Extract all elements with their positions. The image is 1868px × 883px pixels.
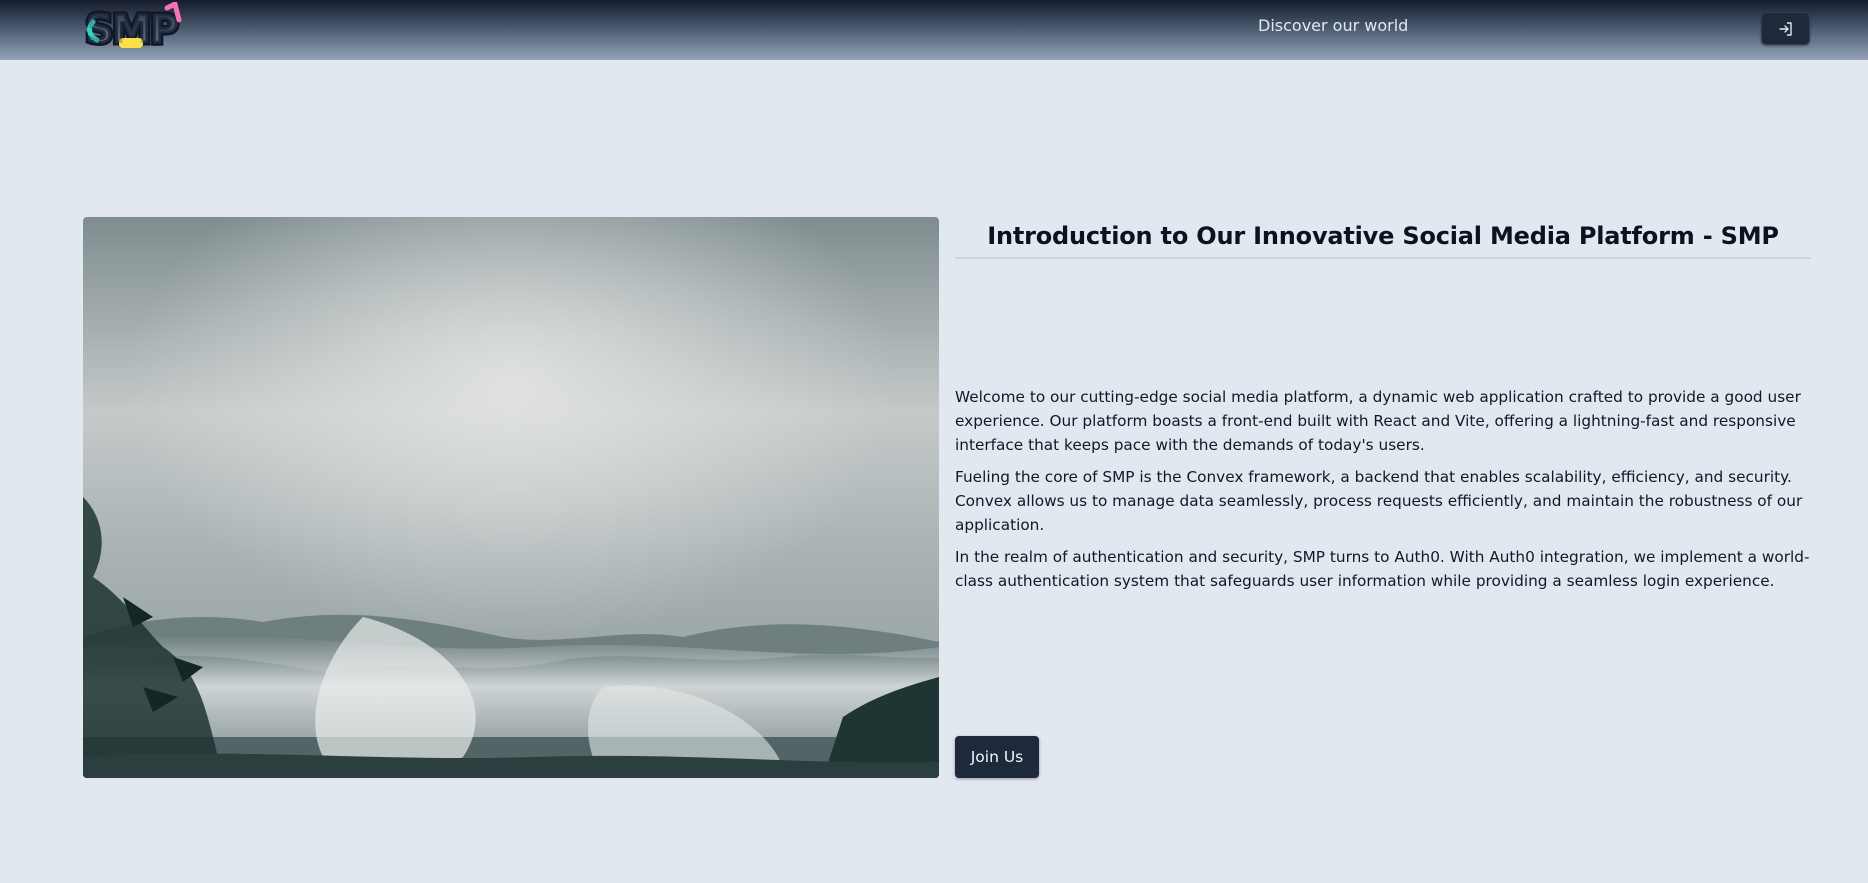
- page-title: Introduction to Our Innovative Social Me…: [987, 222, 1779, 250]
- intro-paragraph-2: Fueling the core of SMP is the Convex fr…: [955, 468, 1803, 534]
- join-us-button[interactable]: Join Us: [955, 736, 1039, 778]
- intro-paragraph-1: Welcome to our cutting-edge social media…: [955, 388, 1801, 454]
- discover-link[interactable]: Discover our world: [1258, 16, 1408, 35]
- hero-image-misty-mountains: [83, 217, 939, 778]
- title-divider: [955, 257, 1811, 259]
- intro-paragraph-3: In the realm of authentication and secur…: [955, 548, 1810, 590]
- smp-logo-graphic: SMP SMP: [83, 2, 182, 52]
- smp-logo[interactable]: SMP SMP: [83, 2, 191, 52]
- svg-text:SMP: SMP: [85, 7, 178, 52]
- login-button[interactable]: [1761, 12, 1810, 45]
- intro-paragraphs: Welcome to our cutting-edge social media…: [955, 385, 1811, 601]
- navbar: SMP SMP Discover our world: [0, 0, 1868, 60]
- intro-section: Introduction to Our Innovative Social Me…: [955, 217, 1811, 778]
- login-arrow-icon: [1778, 21, 1792, 36]
